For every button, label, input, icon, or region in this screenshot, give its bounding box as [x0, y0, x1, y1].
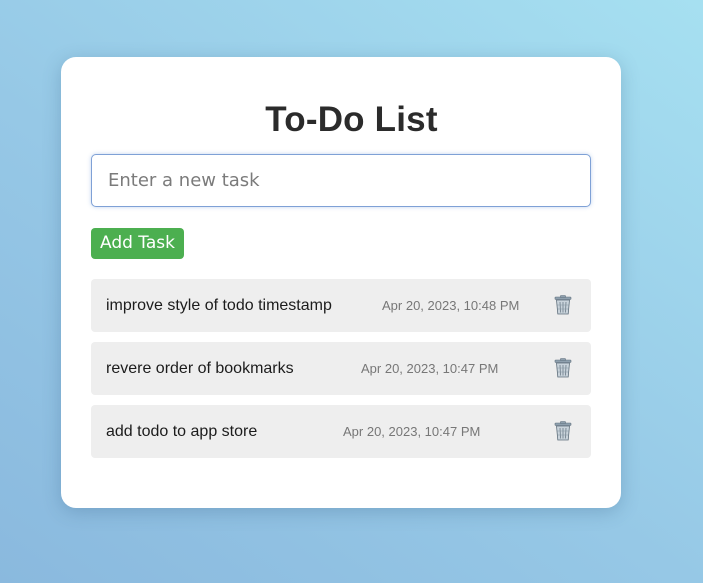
task-timestamp: Apr 20, 2023, 10:48 PM: [382, 298, 520, 313]
task-item: improve style of todo timestamp Apr 20, …: [91, 279, 591, 332]
trash-icon[interactable]: [554, 421, 572, 441]
task-text: improve style of todo timestamp: [106, 297, 332, 314]
task-list: improve style of todo timestamp Apr 20, …: [91, 279, 591, 468]
trash-icon[interactable]: [554, 358, 572, 378]
task-item: add todo to app store Apr 20, 2023, 10:4…: [91, 405, 591, 458]
trash-icon[interactable]: [554, 295, 572, 315]
task-timestamp: Apr 20, 2023, 10:47 PM: [361, 361, 499, 376]
add-task-button[interactable]: Add Task: [91, 228, 184, 259]
new-task-input[interactable]: [91, 154, 591, 207]
task-timestamp: Apr 20, 2023, 10:47 PM: [343, 424, 481, 439]
page-title: To-Do List: [265, 100, 438, 139]
task-item: revere order of bookmarks Apr 20, 2023, …: [91, 342, 591, 395]
task-text: revere order of bookmarks: [106, 360, 294, 377]
task-text: add todo to app store: [106, 423, 258, 440]
